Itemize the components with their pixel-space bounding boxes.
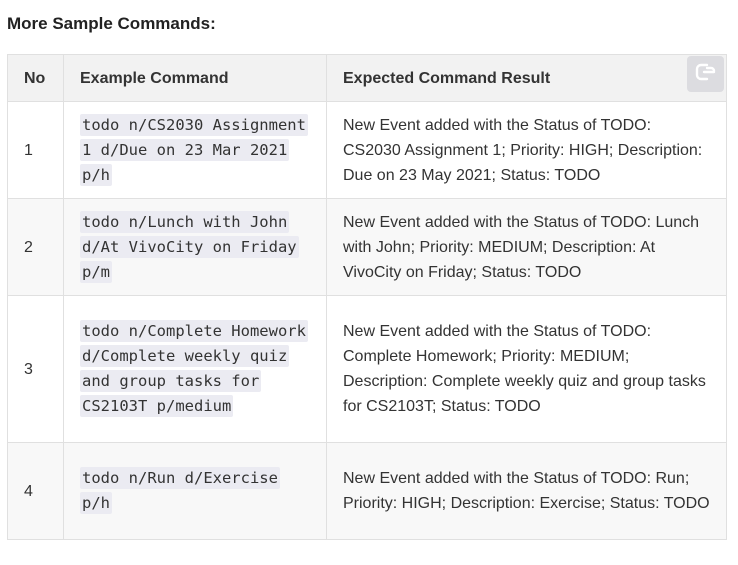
table-row: 1 todo n/CS2030 Assignment 1 d/Due on 23…	[7, 101, 727, 199]
command-cell: todo n/Lunch with John d/At VivoCity on …	[63, 198, 327, 296]
result-cell: New Event added with the Status of TODO:…	[326, 101, 727, 199]
sample-commands-table: No Example Command Expected Command Resu…	[7, 54, 727, 540]
row-number: 1	[7, 101, 64, 199]
table-row: 2 todo n/Lunch with John d/At VivoCity o…	[7, 198, 727, 296]
copy-button[interactable]	[687, 56, 724, 92]
command-code: todo n/Lunch with John d/At VivoCity on …	[80, 210, 299, 283]
section-heading: More Sample Commands:	[7, 14, 216, 33]
result-cell: New Event added with the Status of TODO:…	[326, 295, 727, 443]
command-cell: todo n/Complete Homework d/Complete week…	[63, 295, 327, 443]
table-header-row: No Example Command Expected Command Resu…	[7, 54, 727, 102]
header-expected-result: Expected Command Result	[326, 54, 727, 102]
table-row: 3 todo n/Complete Homework d/Complete we…	[7, 295, 727, 443]
command-code: todo n/Run d/Exercise p/h	[80, 467, 280, 514]
result-cell: New Event added with the Status of TODO:…	[326, 442, 727, 540]
command-code: todo n/Complete Homework d/Complete week…	[80, 320, 308, 417]
copy-icon	[695, 62, 717, 87]
command-cell: todo n/CS2030 Assignment 1 d/Due on 23 M…	[63, 101, 327, 199]
command-code: todo n/CS2030 Assignment 1 d/Due on 23 M…	[80, 113, 308, 186]
command-cell: todo n/Run d/Exercise p/h	[63, 442, 327, 540]
header-no: No	[7, 54, 64, 102]
header-example-command: Example Command	[63, 54, 327, 102]
row-number: 2	[7, 198, 64, 296]
row-number: 4	[7, 442, 64, 540]
table-row: 4 todo n/Run d/Exercise p/h New Event ad…	[7, 442, 727, 540]
row-number: 3	[7, 295, 64, 443]
result-cell: New Event added with the Status of TODO:…	[326, 198, 727, 296]
